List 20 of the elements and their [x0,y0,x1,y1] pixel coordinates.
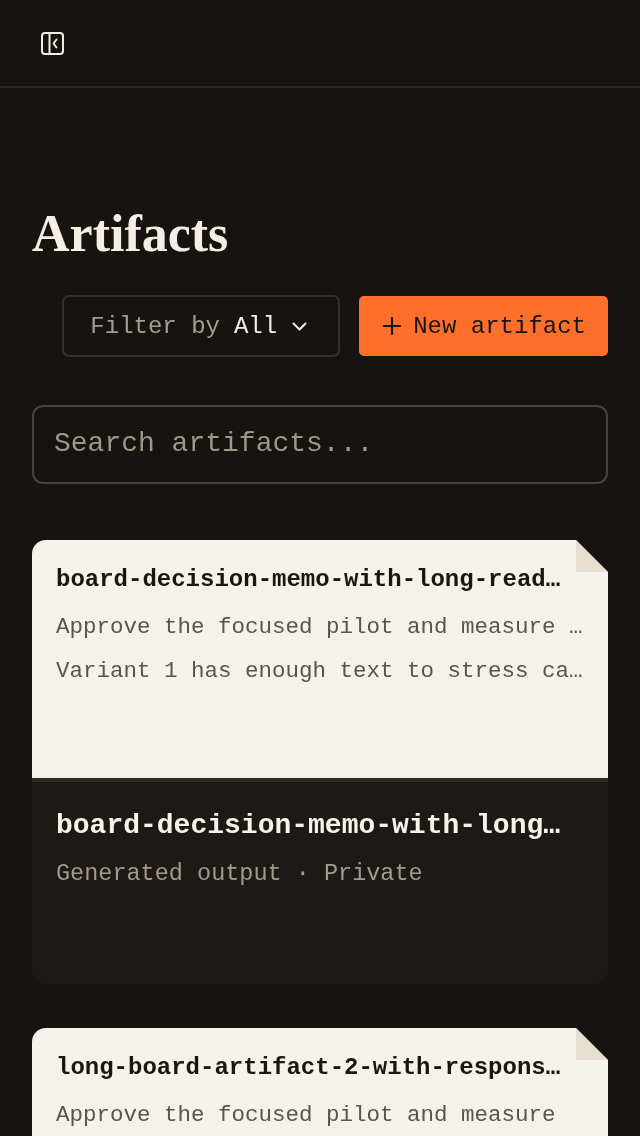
panel-left-icon [41,31,64,55]
plus-icon [383,317,402,335]
page-title: Artifacts [32,204,230,264]
preview-title: board-decision-memo-with-long-read… [56,565,562,595]
preview-text: Approve the focused pilot and measure … [56,613,584,642]
filter-dropdown[interactable]: Filter by All [62,295,341,357]
search-field[interactable]: Search artifacts... [32,405,608,484]
artifact-meta: Generated output · Private [56,859,424,889]
artifact-info-panel[interactable]: board-decision-memo-with-long… Generated output · Private [32,778,608,984]
page-fold-icon [576,1028,608,1060]
new-artifact-button[interactable]: New artifact [359,296,608,356]
preview-text: Approve the focused pilot and measure [56,1101,557,1130]
page-fold-icon [576,540,608,572]
artifact-title: board-decision-memo-with-long… [56,809,562,843]
preview-title: long-board-artifact-2-with-respons… [56,1053,562,1083]
artifact-preview[interactable]: board-decision-memo-with-long-read… Approve the focused pilot and measure … Variant 1 has enough text to stress ca… [32,540,608,778]
artifact-preview[interactable]: long-board-artifact-2-with-respons… Approve the focused pilot and measure [32,1028,608,1136]
chevron-down-icon [292,321,308,331]
sidebar-toggle-button[interactable] [41,31,64,55]
preview-text: Variant 1 has enough text to stress ca… [56,657,584,686]
